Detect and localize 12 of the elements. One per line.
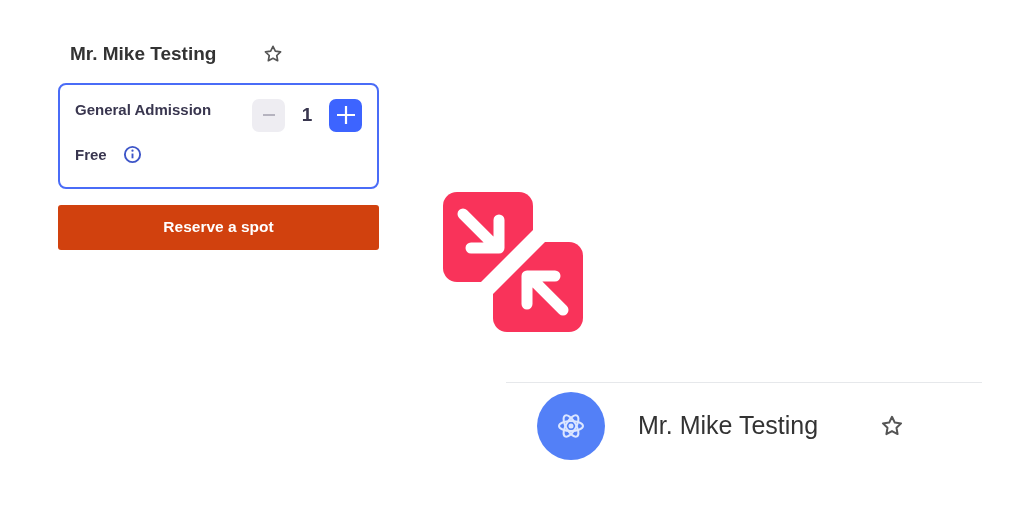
organizer-name: Mr. Mike Testing <box>638 409 820 441</box>
atom-icon <box>557 411 585 440</box>
event-title: Mr. Mike Testing <box>70 42 217 66</box>
star-icon[interactable] <box>880 413 904 438</box>
star-icon[interactable] <box>263 44 283 65</box>
ticket-price: Free <box>75 144 107 165</box>
reserve-button[interactable]: Reserve a spot <box>58 204 379 250</box>
ticket-name: General Admission <box>75 99 212 120</box>
increment-button[interactable] <box>329 98 362 132</box>
quantity-value: 1 <box>300 102 314 127</box>
info-icon[interactable] <box>122 145 142 165</box>
plus-icon <box>335 105 356 125</box>
